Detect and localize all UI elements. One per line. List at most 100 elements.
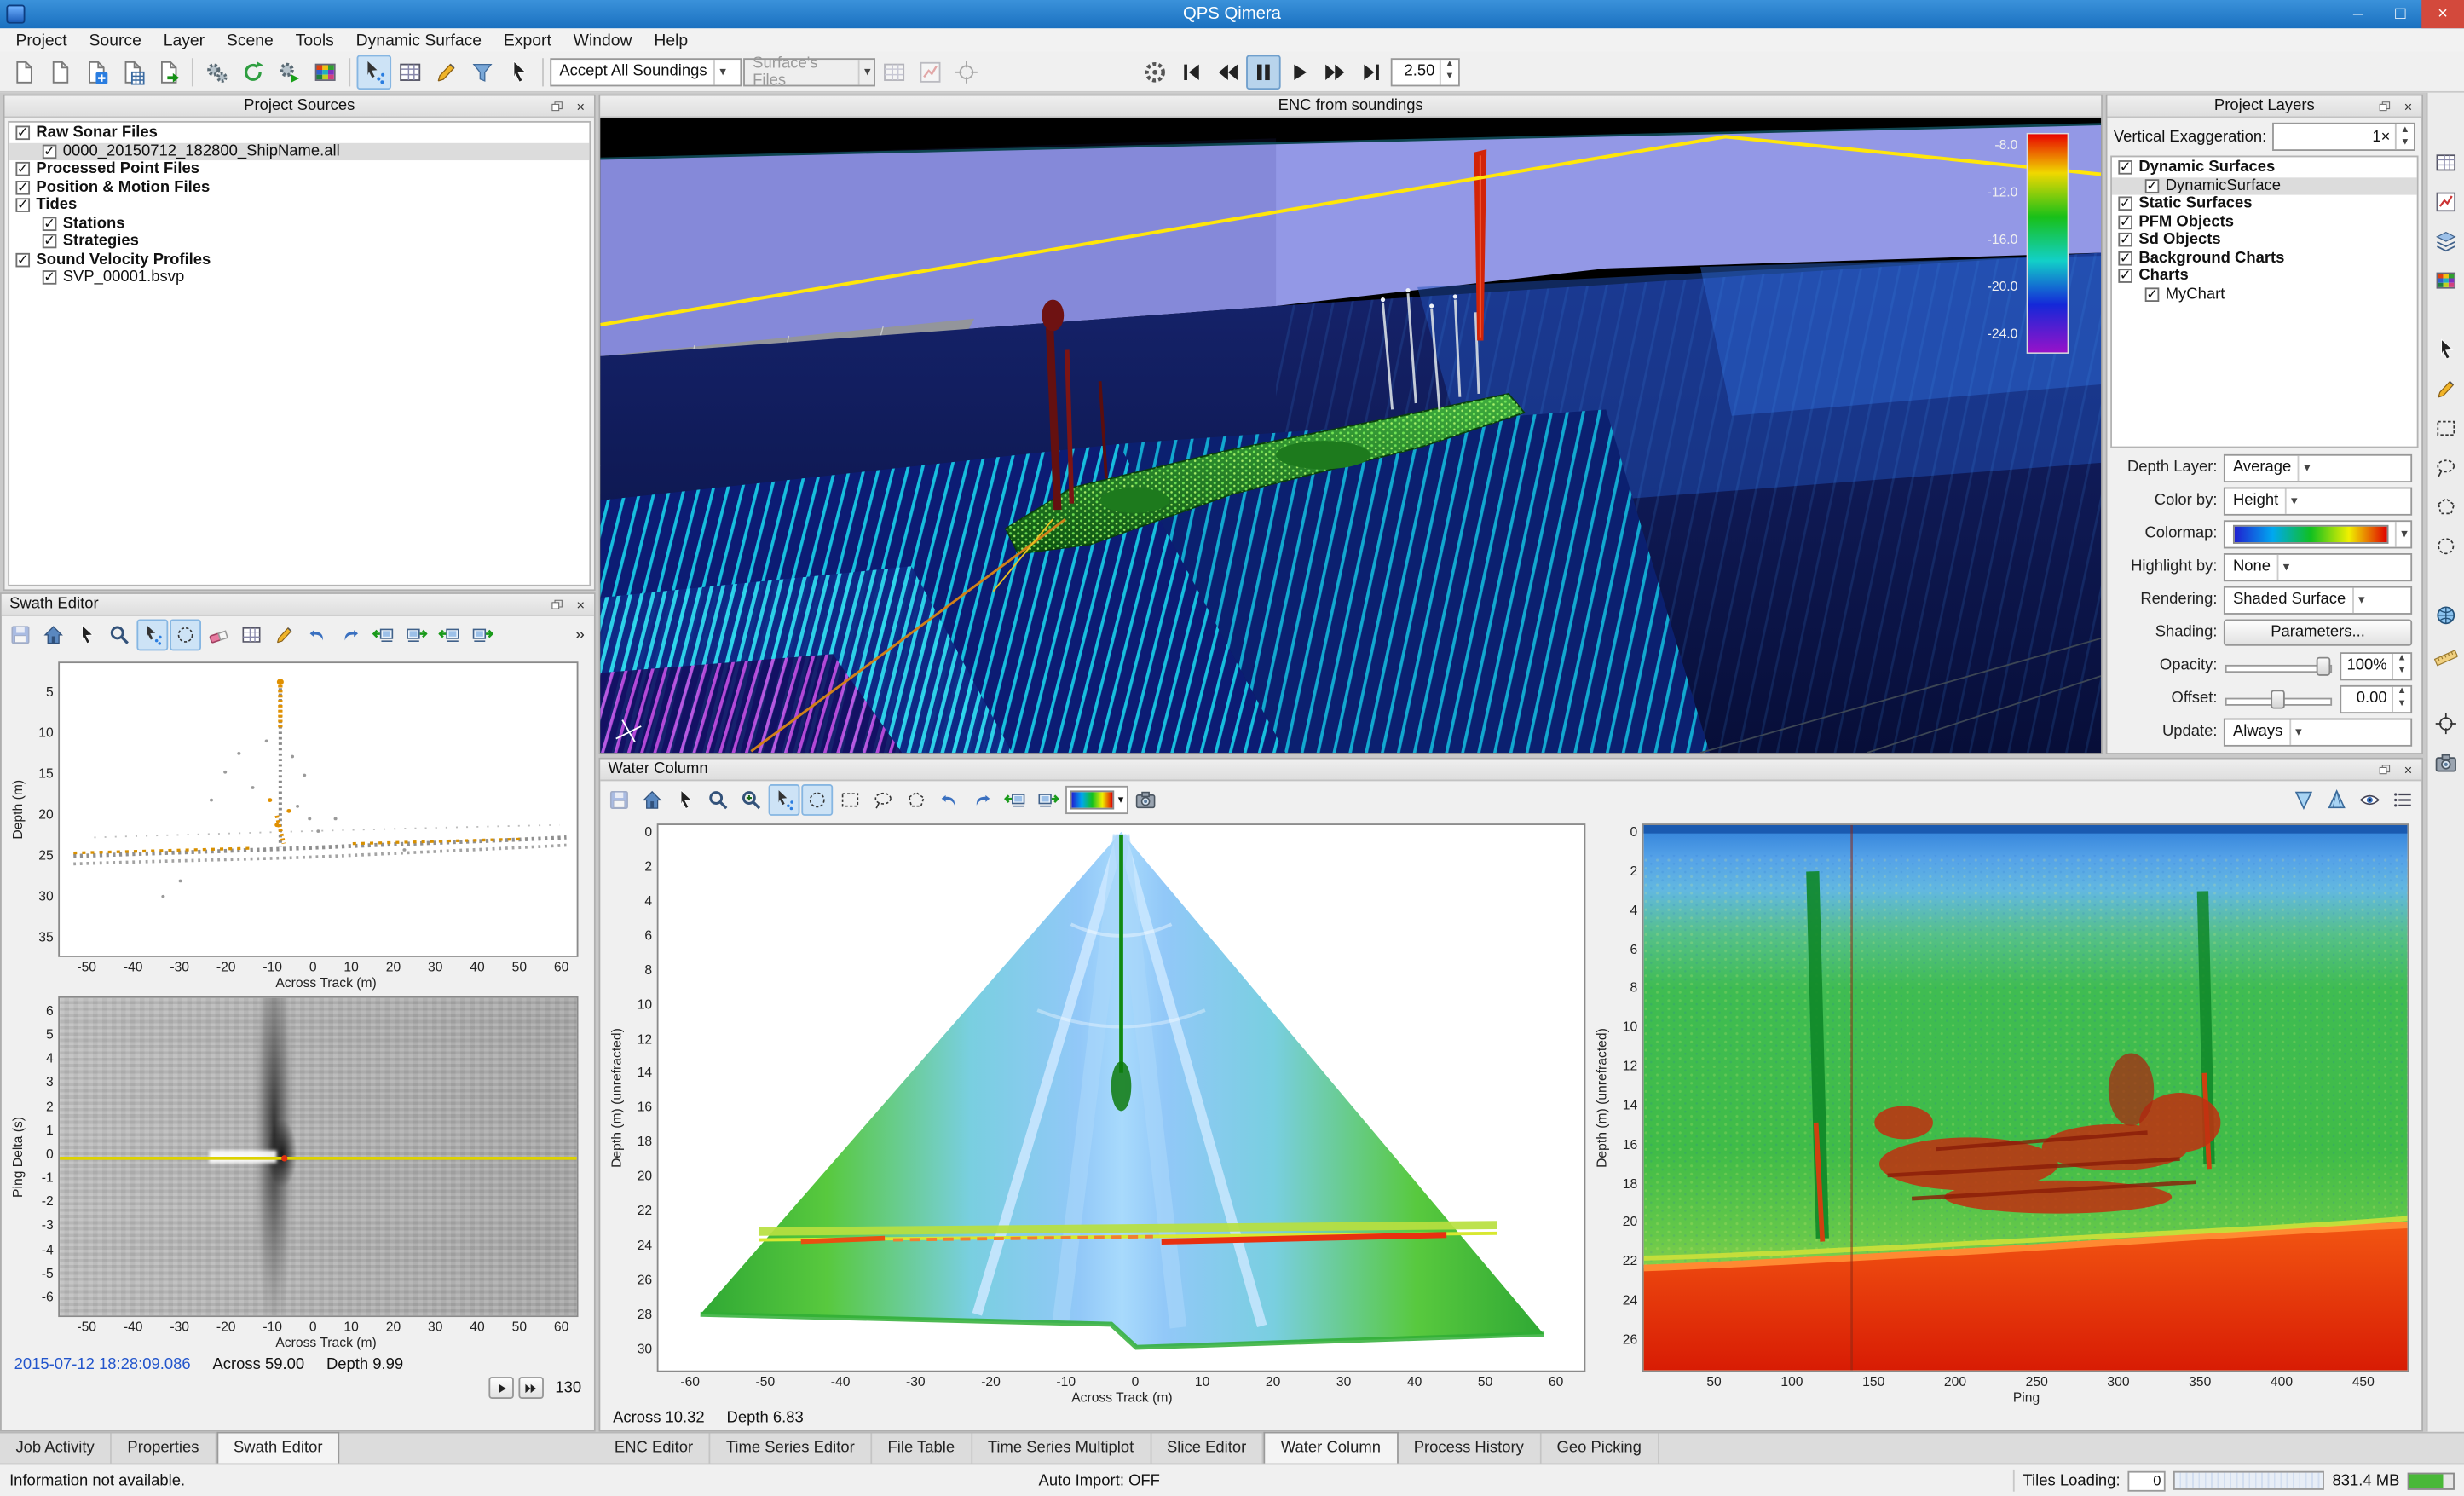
opacity-slider[interactable] (2225, 655, 2332, 677)
filter-button[interactable] (465, 55, 500, 90)
spinner-arrows[interactable]: ▲▼ (2395, 124, 2414, 150)
lasso-select-button[interactable] (2430, 451, 2461, 482)
depth-layer-select[interactable]: Average▾ (2224, 453, 2412, 482)
scene-3d-canvas[interactable]: -8.0-12.0-16.0-20.0-24.0 (600, 118, 2101, 753)
tree-item-strategies[interactable]: ✓Strategies (9, 233, 589, 251)
slider-handle[interactable] (2317, 656, 2331, 675)
spin-up-icon[interactable]: ▲ (1441, 59, 1458, 72)
close-panel-button[interactable]: × (2399, 97, 2416, 114)
snapshot-button[interactable] (2430, 747, 2461, 778)
spin-up-icon[interactable]: ▲ (2393, 686, 2410, 699)
vertical-exaggeration-spinner[interactable]: 1× ▲▼ (2273, 123, 2415, 151)
profile-view-button[interactable] (2430, 186, 2461, 217)
colormap-select[interactable]: ▾ (1065, 785, 1128, 813)
fast-forward-button[interactable] (1319, 55, 1353, 90)
close-button[interactable]: × (2421, 0, 2464, 28)
add-raw-sonar-button[interactable] (78, 55, 113, 90)
echogram-canvas[interactable] (1642, 823, 2409, 1372)
checkbox[interactable]: ✓ (43, 144, 57, 159)
fast-forward-ping-button[interactable] (519, 1377, 545, 1399)
checkbox[interactable]: ✓ (2118, 233, 2132, 247)
tab-process-history[interactable]: Process History (1398, 1434, 1541, 1464)
pointer-button[interactable] (669, 783, 701, 815)
toolbar-overflow-button[interactable]: » (575, 625, 591, 644)
tab-enc-editor[interactable]: ENC Editor (598, 1434, 710, 1464)
menu-item[interactable]: Dynamic Surface (345, 29, 493, 51)
menu-item[interactable]: Scene (216, 29, 285, 51)
close-panel-button[interactable]: × (572, 596, 589, 613)
checkbox[interactable]: ✓ (2145, 179, 2160, 193)
tree-item-pfm-objects[interactable]: ✓PFM Objects (2112, 213, 2417, 231)
opacity-spinner[interactable]: 100% ▲▼ (2340, 651, 2412, 679)
undo-button[interactable] (302, 619, 333, 650)
wc-settings-button[interactable] (2387, 783, 2419, 815)
rect-select-button[interactable] (2430, 412, 2461, 443)
spinner-arrows[interactable]: ▲▼ (2392, 686, 2410, 712)
tab-swath-editor[interactable]: Swath Editor (216, 1432, 340, 1464)
play-button[interactable] (1283, 55, 1318, 90)
checkbox[interactable]: ✓ (2118, 269, 2132, 284)
checkbox[interactable]: ✓ (43, 217, 57, 231)
checkbox[interactable]: ✓ (2118, 251, 2132, 266)
open-project-button[interactable] (43, 55, 78, 90)
checkbox[interactable]: ✓ (2145, 287, 2160, 302)
menu-item[interactable]: Tools (285, 29, 345, 51)
spinner-arrows[interactable]: ▲▼ (1440, 59, 1458, 84)
menu-item[interactable]: Project (5, 29, 78, 51)
offset-spinner[interactable]: 0.00 ▲▼ (2340, 684, 2412, 713)
beam-fan-toggle[interactable] (2288, 783, 2320, 815)
step-forward-button[interactable] (489, 1377, 515, 1399)
layers-button[interactable] (2430, 225, 2461, 257)
replay-speed-spinner[interactable]: 2.50 ▲▼ (1391, 57, 1460, 85)
polygon-select-button[interactable] (900, 783, 932, 815)
float-panel-button[interactable] (2376, 760, 2393, 777)
checkbox[interactable]: ✓ (43, 271, 57, 286)
tree-item-sonar-file[interactable]: ✓0000_20150712_182800_ShipName.all (9, 142, 589, 160)
next-ping-view-button[interactable] (1032, 783, 1064, 815)
tab-job-activity[interactable]: Job Activity (0, 1434, 112, 1464)
float-panel-button[interactable] (2376, 97, 2393, 114)
prev-ping-view-button[interactable] (1000, 783, 1031, 815)
tab-slice-editor[interactable]: Slice Editor (1151, 1434, 1264, 1464)
auto-process-button[interactable] (272, 55, 307, 90)
tree-item-processed-point-files[interactable]: ✓Processed Point Files (9, 160, 589, 178)
tab-properties[interactable]: Properties (112, 1434, 216, 1464)
float-panel-button[interactable] (548, 97, 565, 114)
menu-item[interactable]: Window (563, 29, 643, 51)
edit-grid-button[interactable] (429, 55, 464, 90)
tree-item-dynamicsurface[interactable]: ✓DynamicSurface (2112, 176, 2417, 194)
tab-time-series-editor[interactable]: Time Series Editor (710, 1434, 872, 1464)
offset-slider[interactable] (2225, 688, 2332, 710)
tree-item-static-surfaces[interactable]: ✓Static Surfaces (2112, 195, 2417, 213)
pointer-button[interactable] (2430, 333, 2461, 365)
tab-geo-picking[interactable]: Geo Picking (1541, 1434, 1659, 1464)
redo-button[interactable] (335, 619, 366, 650)
checkbox[interactable]: ✓ (43, 234, 57, 249)
tab-water-column[interactable]: Water Column (1264, 1432, 1399, 1464)
swath-depth-canvas[interactable] (58, 661, 578, 957)
tree-item-dynamic-surfaces[interactable]: ✓Dynamic Surfaces (2112, 159, 2417, 176)
close-panel-button[interactable]: × (2399, 760, 2416, 777)
menu-item[interactable]: Help (643, 29, 699, 51)
home-view-button[interactable] (38, 619, 69, 650)
tree-item-position-motion-files[interactable]: ✓Position & Motion Files (9, 178, 589, 196)
skip-last-button[interactable] (1354, 55, 1389, 90)
checkbox[interactable]: ✓ (15, 162, 30, 176)
spin-down-icon[interactable]: ▼ (1441, 72, 1458, 84)
tree-item-sd-objects[interactable]: ✓Sd Objects (2112, 231, 2417, 249)
first-ping-view-button[interactable] (434, 619, 465, 650)
swath-delta-canvas[interactable] (58, 996, 578, 1317)
rect-select-button[interactable] (834, 783, 866, 815)
zoom-in-button[interactable] (736, 783, 767, 815)
skip-first-button[interactable] (1174, 55, 1209, 90)
minimize-button[interactable]: – (2337, 0, 2380, 28)
close-panel-button[interactable]: × (572, 97, 589, 114)
tree-item-svp-file[interactable]: ✓SVP_00001.bsvp (9, 269, 589, 286)
fast-rewind-button[interactable] (1210, 55, 1245, 90)
circle-select-button[interactable] (801, 783, 833, 815)
zoom-button[interactable] (104, 619, 136, 650)
menu-item[interactable]: Layer (153, 29, 216, 51)
create-surface-button[interactable] (308, 55, 343, 90)
checkbox[interactable]: ✓ (15, 199, 30, 213)
tree-item-background-charts[interactable]: ✓Background Charts (2112, 249, 2417, 267)
